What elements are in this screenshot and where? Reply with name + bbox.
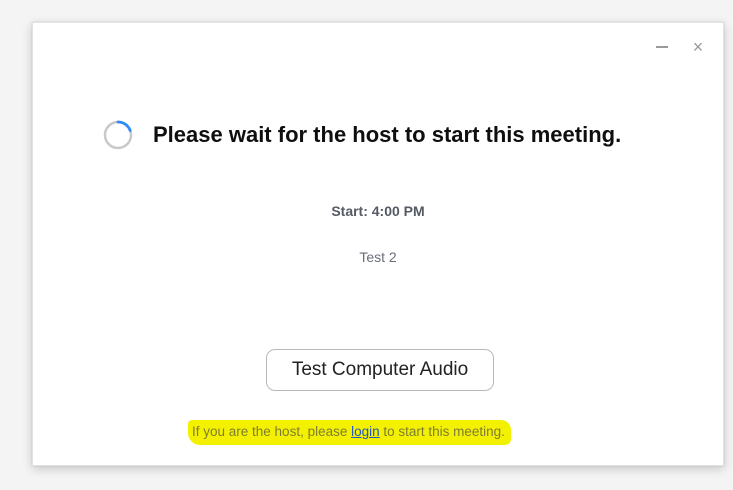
login-link[interactable]: login — [351, 424, 380, 439]
waiting-title: Please wait for the host to start this m… — [153, 122, 622, 147]
meeting-name: Test 2 — [359, 249, 397, 265]
host-note-text-after: to start this meeting. — [379, 424, 505, 439]
meeting-start-time: Start: 4:00 PM — [331, 203, 425, 219]
minimize-button[interactable] — [653, 38, 671, 56]
close-icon: × — [692, 37, 704, 57]
close-button[interactable]: × — [689, 38, 707, 56]
waiting-message: Please wait for the host to start this m… — [103, 120, 621, 150]
loading-spinner-icon — [103, 120, 133, 150]
host-note-text-before: If you are the host, please — [192, 424, 352, 439]
host-login-note: If you are the host, please login to sta… — [188, 420, 511, 445]
test-computer-audio-button[interactable]: Test Computer Audio — [266, 349, 494, 391]
minimize-icon — [656, 46, 668, 48]
waiting-room-window: × Please wait for the host to start this… — [32, 22, 724, 466]
